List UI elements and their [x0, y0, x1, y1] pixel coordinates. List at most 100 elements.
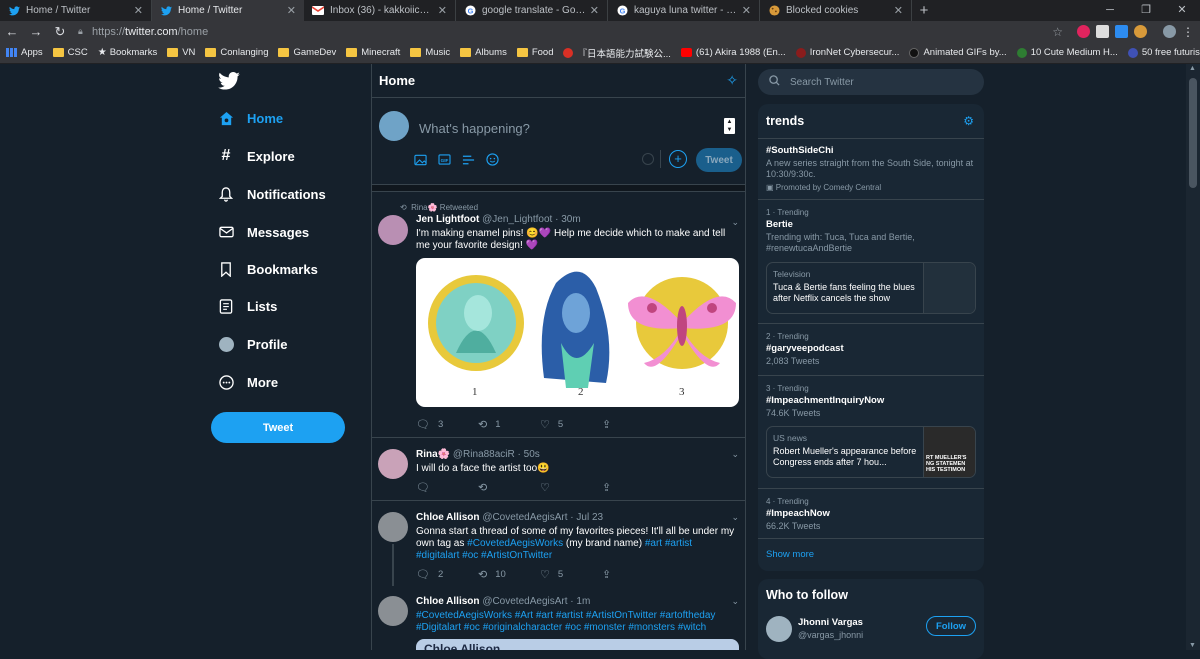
close-icon[interactable]: ✕: [894, 4, 903, 17]
show-more-link[interactable]: Show more: [766, 549, 976, 560]
browser-tab[interactable]: Blocked cookies ✕: [760, 0, 912, 21]
gear-icon[interactable]: ⚙: [963, 114, 974, 128]
close-icon[interactable]: ✕: [742, 4, 751, 17]
avatar[interactable]: [766, 616, 792, 642]
bookmark-folder[interactable]: GameDev: [278, 47, 336, 58]
extension-icon[interactable]: [1115, 25, 1128, 38]
compose-tweet-button[interactable]: Tweet: [696, 148, 742, 172]
scroll-stepper[interactable]: ▲ ▼: [724, 118, 735, 134]
bookmark-folder[interactable]: CSC: [52, 47, 88, 58]
reply-button[interactable]: 🗨︎ 3: [416, 418, 478, 431]
timestamp[interactable]: · Jul 23: [570, 512, 603, 523]
bookmark-apps[interactable]: Apps: [6, 47, 43, 58]
new-tab-button[interactable]: +: [912, 0, 936, 21]
bookmark-folder[interactable]: Minecraft: [346, 47, 400, 58]
browser-tab[interactable]: G kaguya luna twitter - Google Sea ✕: [608, 0, 760, 21]
bookmark-item[interactable]: (61) Akira 1988 (En...: [680, 47, 786, 58]
bookmark-item[interactable]: IronNet Cybersecur...: [795, 47, 899, 58]
forward-arrow-icon[interactable]: →: [24, 24, 48, 39]
bookmark-folder[interactable]: Music: [410, 47, 450, 58]
browser-tab[interactable]: Inbox (36) - kakkoiichris@gmail.c ✕: [304, 0, 456, 21]
share-button[interactable]: ⇪: [602, 481, 664, 494]
handle[interactable]: @Jen_Lightfoot: [482, 214, 552, 225]
display-name[interactable]: Rina🌸: [416, 449, 450, 460]
bookmark-folder[interactable]: VN: [167, 47, 195, 58]
news-card[interactable]: Television Tuca & Bertie fans feeling th…: [766, 262, 976, 314]
bookmark-star-icon[interactable]: ☆: [1052, 25, 1063, 39]
follow-button[interactable]: Follow: [926, 616, 976, 636]
browser-tab-active[interactable]: Home / Twitter ✕: [152, 0, 304, 21]
close-icon[interactable]: ✕: [590, 4, 599, 17]
share-button[interactable]: ⇪: [602, 568, 664, 581]
tweet-media-image[interactable]: 1 2 3: [416, 258, 739, 407]
avatar[interactable]: [378, 215, 408, 245]
back-arrow-icon[interactable]: ←: [0, 24, 24, 39]
reload-icon[interactable]: ↻: [48, 24, 72, 40]
avatar[interactable]: [379, 111, 409, 141]
nav-bookmarks[interactable]: Bookmarks: [218, 254, 318, 284]
tweet[interactable]: Rina🌸 @Rina88aciR · 50s I will do a face…: [372, 439, 745, 501]
image-icon[interactable]: [413, 152, 428, 167]
nav-messages[interactable]: Messages: [218, 217, 309, 247]
close-window-icon[interactable]: ✕: [1164, 0, 1200, 21]
restore-icon[interactable]: ❐: [1128, 0, 1164, 21]
avatar[interactable]: [378, 512, 408, 542]
retweet-button[interactable]: ⟲ 10: [478, 568, 540, 581]
menu-dots-icon[interactable]: ⋮: [1182, 25, 1194, 39]
display-name[interactable]: Chloe Allison: [416, 596, 480, 607]
page-scrollbar[interactable]: ▲ ▼: [1186, 64, 1200, 650]
retweet-button[interactable]: ⟲: [478, 481, 540, 494]
handle[interactable]: @CovetedAegisArt: [482, 596, 567, 607]
tweet-button[interactable]: Tweet: [211, 412, 345, 443]
minimize-icon[interactable]: ─: [1092, 0, 1128, 21]
chevron-down-icon[interactable]: ⌄: [731, 217, 739, 228]
hashtag-link[interactable]: #CovetedAegisWorks: [467, 538, 563, 549]
gif-icon[interactable]: GIF: [437, 152, 452, 167]
bookmark-item[interactable]: Animated GIFs by...: [909, 47, 1007, 58]
bookmark-folder[interactable]: Food: [516, 47, 553, 58]
bookmark-item[interactable]: 『日本語能力試験公...: [563, 46, 671, 60]
tweet-media-image[interactable]: Chloe Allison: [416, 639, 739, 650]
hashtag-link[interactable]: #CovetedAegisWorks #Art #art #artist #Ar…: [416, 610, 715, 633]
timestamp[interactable]: · 30m: [555, 214, 581, 225]
avatar[interactable]: [378, 596, 408, 626]
timestamp[interactable]: · 50s: [518, 449, 540, 460]
search-input[interactable]: Search Twitter: [758, 69, 984, 95]
poll-icon[interactable]: [461, 152, 476, 167]
timestamp[interactable]: · 1m: [570, 596, 590, 607]
like-button[interactable]: ♡ 5: [540, 418, 602, 431]
share-button[interactable]: ⇪: [602, 418, 664, 431]
nav-notifications[interactable]: Notifications: [218, 179, 326, 209]
browser-tab[interactable]: Home / Twitter ✕: [0, 0, 152, 21]
profile-avatar-icon[interactable]: [1163, 25, 1176, 38]
sparkle-icon[interactable]: ✧: [726, 72, 738, 89]
nav-more[interactable]: More: [218, 367, 278, 397]
bookmark-item[interactable]: 10 Cute Medium H...: [1016, 47, 1118, 58]
suggested-user-name[interactable]: Jhonni Vargas: [798, 617, 863, 628]
nav-lists[interactable]: Lists: [218, 291, 277, 321]
browser-tab[interactable]: G google translate - Google Search ✕: [456, 0, 608, 21]
scrollbar-thumb[interactable]: [1189, 78, 1197, 188]
twitter-logo-icon[interactable]: [218, 72, 240, 92]
like-button[interactable]: ♡ 5: [540, 568, 602, 581]
add-tweet-plus-icon[interactable]: +: [669, 150, 687, 168]
news-card[interactable]: US news Robert Mueller's appearance befo…: [766, 426, 976, 478]
bookmark-item[interactable]: 50 free futuristic fo...: [1127, 47, 1200, 58]
chevron-down-icon[interactable]: ⌄: [731, 449, 739, 460]
reply-button[interactable]: 🗨︎: [416, 481, 478, 494]
nav-profile[interactable]: Profile: [218, 329, 287, 359]
close-icon[interactable]: ✕: [134, 4, 143, 17]
retweet-button[interactable]: ⟲ 1: [478, 418, 540, 431]
display-name[interactable]: Chloe Allison: [416, 512, 480, 523]
extension-icon[interactable]: [1096, 25, 1109, 38]
chevron-down-icon[interactable]: ⌄: [731, 512, 739, 523]
emoji-icon[interactable]: [485, 152, 500, 167]
bookmark-folder[interactable]: Conlanging: [205, 47, 268, 58]
address-bar[interactable]: 🔒︎ https://twitter.com/home ☆: [78, 22, 1063, 41]
nav-explore[interactable]: # Explore: [218, 141, 295, 171]
avatar[interactable]: [378, 449, 408, 479]
trend-item[interactable]: 4 · Trending #ImpeachNow 66.2K Tweets: [758, 488, 984, 538]
cookie-icon[interactable]: [1134, 25, 1147, 38]
scroll-down-icon[interactable]: ▼: [1189, 642, 1196, 649]
bookmark-folder[interactable]: Albums: [460, 47, 507, 58]
